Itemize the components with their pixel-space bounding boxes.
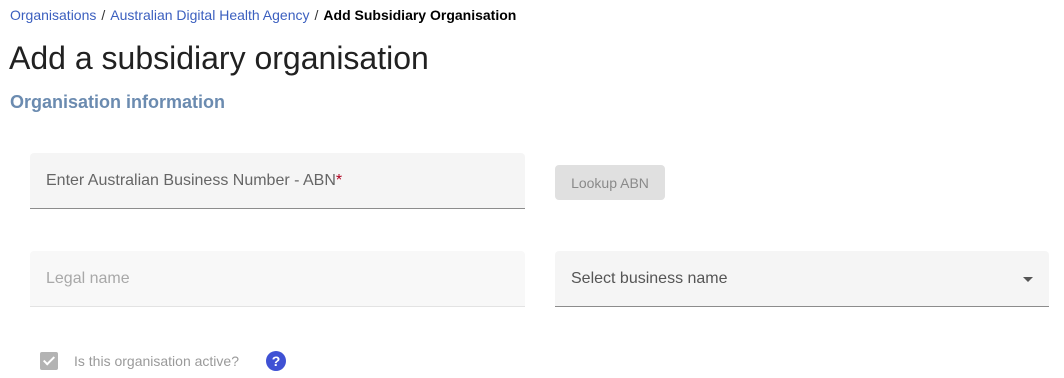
legal-name-field[interactable]: Legal name [30, 251, 525, 307]
breadcrumb-current: Add Subsidiary Organisation [323, 7, 517, 23]
chevron-down-icon [1023, 276, 1033, 282]
legal-name-label: Legal name [46, 269, 130, 287]
help-icon[interactable]: ? [265, 351, 286, 371]
breadcrumb-link-agency[interactable]: Australian Digital Health Agency [110, 7, 309, 23]
section-title: Organisation information [10, 92, 226, 112]
active-checkbox[interactable] [40, 352, 58, 370]
abn-field[interactable]: Enter Australian Business Number - ABN* [30, 153, 525, 209]
breadcrumb-separator: / [101, 7, 106, 23]
page-title: Add a subsidiary organisation [9, 40, 429, 76]
breadcrumb: Organisations / Australian Digital Health … [10, 6, 516, 24]
active-checkbox-label: Is this organisation active? [74, 353, 239, 369]
breadcrumb-link-organisations[interactable]: Organisations [10, 7, 96, 23]
required-marker: * [335, 171, 343, 189]
abn-field-label: Enter Australian Business Number - ABN* [46, 171, 343, 189]
active-checkbox-row: Is this organisation active? ? [40, 350, 286, 372]
business-name-select[interactable]: Select business name [555, 251, 1049, 307]
lookup-abn-button[interactable]: Lookup ABN [555, 165, 665, 200]
business-name-label: Select business name [571, 269, 728, 287]
breadcrumb-separator: / [314, 7, 319, 23]
